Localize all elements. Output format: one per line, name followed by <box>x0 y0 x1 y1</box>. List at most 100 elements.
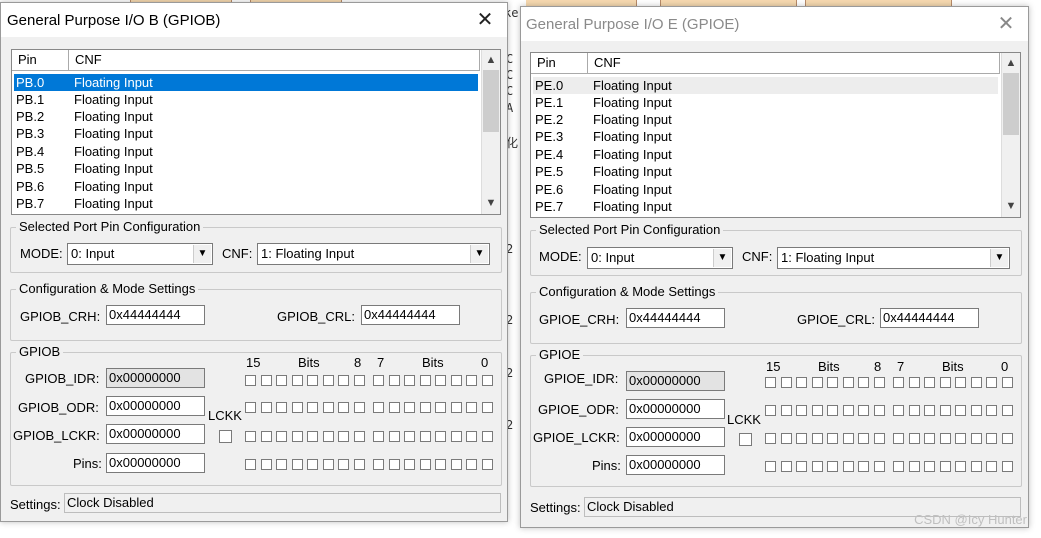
chevron-down-icon[interactable]: ▼ <box>990 249 1008 267</box>
bit-checkbox[interactable] <box>245 375 256 386</box>
bit-checkbox[interactable] <box>765 405 776 416</box>
bit-checkbox[interactable] <box>827 405 838 416</box>
bit-checkbox[interactable] <box>811 377 823 388</box>
bit-checkbox[interactable] <box>955 377 966 388</box>
close-button[interactable]: ✕ <box>473 9 497 31</box>
bit-checkbox[interactable] <box>908 377 920 388</box>
crl-field[interactable]: 0x44444444 <box>361 305 460 325</box>
bit-checkbox[interactable] <box>986 405 997 416</box>
bit-checkbox[interactable] <box>481 402 493 413</box>
pins-field[interactable]: 0x00000000 <box>106 453 205 473</box>
pin-row[interactable]: PB.0 Floating Input <box>14 74 478 91</box>
bit-checkbox[interactable] <box>780 405 792 416</box>
chevron-down-icon[interactable]: ▼ <box>470 245 488 263</box>
bit-checkbox[interactable] <box>338 459 349 470</box>
bit-checkbox[interactable] <box>373 402 384 413</box>
vertical-scrollbar[interactable]: ▲ ▼ <box>1001 53 1020 217</box>
bit-checkbox[interactable] <box>338 431 349 442</box>
bit-checkbox[interactable] <box>1001 405 1013 416</box>
bit-checkbox[interactable] <box>388 431 400 442</box>
bit-checkbox[interactable] <box>353 431 365 442</box>
bit-checkbox[interactable] <box>955 405 966 416</box>
bit-checkbox[interactable] <box>893 377 904 388</box>
pin-row[interactable]: PE.7 Floating Input <box>533 198 998 215</box>
bit-checkbox[interactable] <box>245 431 256 442</box>
bit-checkbox[interactable] <box>765 377 776 388</box>
bit-checkbox[interactable] <box>1001 461 1013 472</box>
bit-checkbox[interactable] <box>842 377 854 388</box>
bit-checkbox[interactable] <box>291 459 303 470</box>
column-divider[interactable] <box>587 53 588 73</box>
bit-checkbox[interactable] <box>466 431 477 442</box>
bit-checkbox[interactable] <box>970 405 982 416</box>
bit-checkbox[interactable] <box>827 461 838 472</box>
mode-select[interactable]: 0: Input ▼ <box>587 247 733 269</box>
bit-checkbox[interactable] <box>307 402 318 413</box>
pin-row[interactable]: PE.5 Floating Input <box>533 163 998 180</box>
bit-checkbox[interactable] <box>338 402 349 413</box>
pin-row[interactable]: PB.5 Floating Input <box>14 160 478 177</box>
crh-field[interactable]: 0x44444444 <box>106 305 205 325</box>
bit-checkbox[interactable] <box>780 461 792 472</box>
pin-row[interactable]: PE.3 Floating Input <box>533 128 998 145</box>
pin-row[interactable]: PE.1 Floating Input <box>533 94 998 111</box>
bit-checkbox[interactable] <box>373 459 384 470</box>
bit-checkbox[interactable] <box>955 433 966 444</box>
lckr-field[interactable]: 0x00000000 <box>626 427 725 447</box>
bit-checkbox[interactable] <box>435 375 446 386</box>
bit-checkbox[interactable] <box>939 377 951 388</box>
scroll-thumb[interactable] <box>483 70 499 132</box>
column-header-cnf[interactable]: CNF <box>75 52 102 67</box>
bit-checkbox[interactable] <box>466 459 477 470</box>
pin-list[interactable]: Pin CNF PB.0 Floating Input PB.1 Floating … <box>11 49 501 215</box>
bit-checkbox[interactable] <box>322 375 334 386</box>
bit-checkbox[interactable] <box>970 461 982 472</box>
cnf-select[interactable]: 1: Floating Input ▼ <box>257 243 490 265</box>
bit-checkbox[interactable] <box>796 433 807 444</box>
bit-checkbox[interactable] <box>276 375 287 386</box>
lckk-checkbox[interactable] <box>219 430 232 443</box>
pins-field[interactable]: 0x00000000 <box>626 455 725 475</box>
bit-checkbox[interactable] <box>827 433 838 444</box>
bit-checkbox[interactable] <box>939 405 951 416</box>
bit-checkbox[interactable] <box>780 433 792 444</box>
crl-field[interactable]: 0x44444444 <box>880 308 979 328</box>
bit-checkbox[interactable] <box>322 402 334 413</box>
lckr-field[interactable]: 0x00000000 <box>106 424 205 444</box>
bit-checkbox[interactable] <box>970 377 982 388</box>
bit-checkbox[interactable] <box>986 433 997 444</box>
column-header-pin[interactable]: Pin <box>18 52 37 67</box>
bit-checkbox[interactable] <box>450 459 462 470</box>
pin-row[interactable]: PB.6 Floating Input <box>14 178 478 195</box>
bit-checkbox[interactable] <box>858 405 869 416</box>
bit-checkbox[interactable] <box>276 431 287 442</box>
pin-list[interactable]: Pin CNF PE.0 Floating Input PE.1 Floating … <box>530 52 1021 218</box>
cnf-select[interactable]: 1: Floating Input ▼ <box>777 247 1010 269</box>
bit-checkbox[interactable] <box>842 433 854 444</box>
bit-checkbox[interactable] <box>450 402 462 413</box>
bit-checkbox[interactable] <box>322 431 334 442</box>
bit-checkbox[interactable] <box>388 459 400 470</box>
bit-checkbox[interactable] <box>276 459 287 470</box>
scroll-down-icon[interactable]: ▼ <box>482 195 500 212</box>
chevron-down-icon[interactable]: ▼ <box>713 249 731 267</box>
pin-row[interactable]: PE.0 Floating Input <box>533 77 998 94</box>
pin-row[interactable]: PE.2 Floating Input <box>533 111 998 128</box>
bit-checkbox[interactable] <box>1001 433 1013 444</box>
pin-row[interactable]: PB.2 Floating Input <box>14 108 478 125</box>
pin-row[interactable]: PB.3 Floating Input <box>14 125 478 142</box>
bit-checkbox[interactable] <box>388 402 400 413</box>
bit-checkbox[interactable] <box>873 433 885 444</box>
vertical-scrollbar[interactable]: ▲ ▼ <box>481 50 500 214</box>
bit-checkbox[interactable] <box>404 459 415 470</box>
bit-checkbox[interactable] <box>435 431 446 442</box>
bit-checkbox[interactable] <box>986 377 997 388</box>
bit-checkbox[interactable] <box>873 405 885 416</box>
bit-checkbox[interactable] <box>827 377 838 388</box>
bit-checkbox[interactable] <box>353 402 365 413</box>
bit-checkbox[interactable] <box>908 461 920 472</box>
column-header-pin[interactable]: Pin <box>537 55 556 70</box>
bit-checkbox[interactable] <box>908 405 920 416</box>
bit-checkbox[interactable] <box>939 461 951 472</box>
gpiob-title-bar[interactable]: General Purpose I/O B (GPIOB) ✕ <box>1 3 507 37</box>
